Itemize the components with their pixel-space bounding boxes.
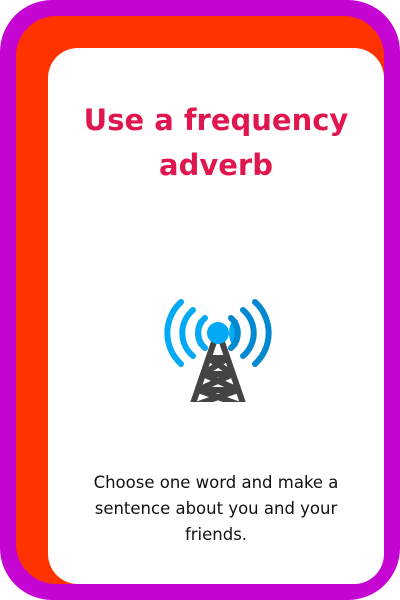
card: Use a frequency adverb Choose one word a…	[48, 48, 384, 584]
card-instruction: Choose one word and make a sentence abou…	[93, 473, 339, 544]
card-title: Use a frequency adverb	[83, 103, 349, 182]
radio-tower-icon	[158, 262, 278, 427]
card-outer-frame: Use a frequency adverb Choose one word a…	[0, 0, 400, 600]
card-border: Use a frequency adverb Choose one word a…	[16, 16, 384, 584]
